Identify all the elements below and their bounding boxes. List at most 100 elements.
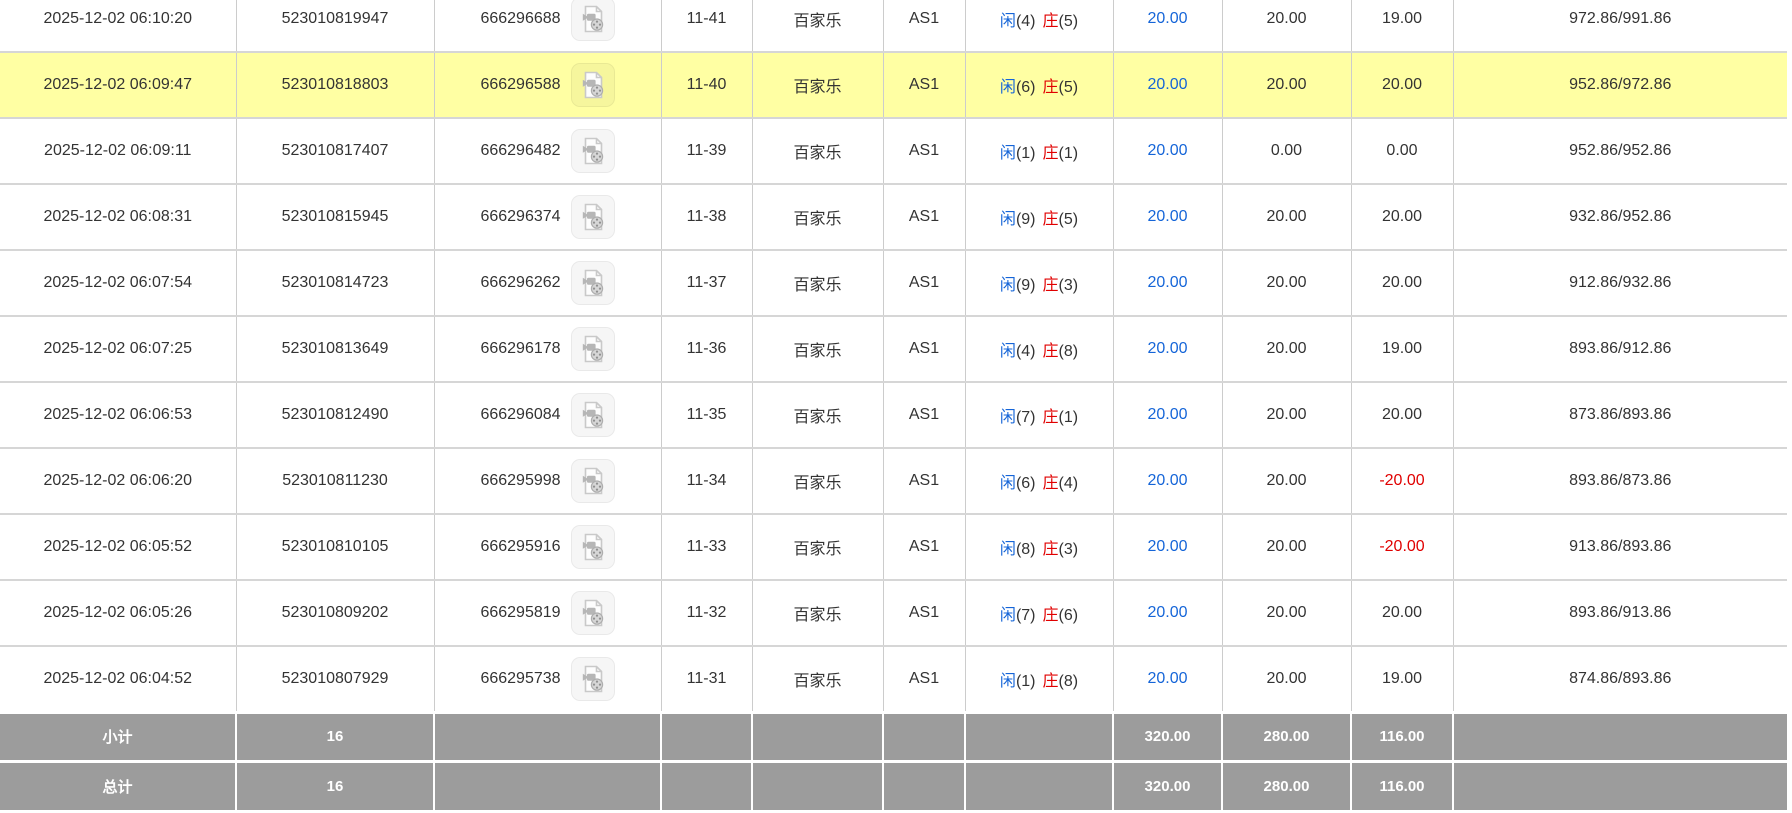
subtotal-empty-cell bbox=[965, 712, 1113, 761]
game-result: 闲(9)庄(5) bbox=[965, 184, 1113, 250]
bet-amount-cell: 20.00 bbox=[1113, 184, 1222, 250]
banker-result-label: 庄 bbox=[1043, 607, 1059, 624]
subtotal-valid-bet-total: 280.00 bbox=[1222, 712, 1351, 761]
bet-amount-link[interactable]: 20.00 bbox=[1147, 208, 1187, 225]
bet-time: 2025-12-02 06:07:25 bbox=[0, 316, 236, 382]
bet-amount-link[interactable]: 20.00 bbox=[1147, 340, 1187, 357]
player-result-label: 闲 bbox=[1000, 409, 1016, 426]
video-replay-button[interactable] bbox=[571, 129, 615, 173]
banker-result-label: 庄 bbox=[1043, 673, 1059, 690]
bet-amount-link[interactable]: 20.00 bbox=[1147, 538, 1187, 555]
video-replay-icon bbox=[578, 400, 608, 430]
banker-points: (8) bbox=[1059, 343, 1079, 360]
bet-time: 2025-12-02 06:07:54 bbox=[0, 250, 236, 316]
record-row[interactable]: 2025-12-02 06:06:53 523010812490 6662960… bbox=[0, 382, 1787, 448]
game-type: 百家乐 bbox=[752, 448, 883, 514]
game-type: 百家乐 bbox=[752, 52, 883, 118]
record-row[interactable]: 2025-12-02 06:07:25 523010813649 6662961… bbox=[0, 316, 1787, 382]
video-replay-button[interactable] bbox=[571, 327, 615, 371]
player-points: (9) bbox=[1016, 211, 1036, 228]
order-number: 523010817407 bbox=[236, 118, 434, 184]
bet-amount-link[interactable]: 20.00 bbox=[1147, 142, 1187, 159]
valid-bet: 20.00 bbox=[1222, 646, 1351, 712]
video-replay-icon bbox=[578, 598, 608, 628]
total-empty-cell bbox=[752, 761, 883, 810]
video-replay-button[interactable] bbox=[571, 0, 615, 41]
bet-amount-link[interactable]: 20.00 bbox=[1147, 76, 1187, 93]
game-type: 百家乐 bbox=[752, 118, 883, 184]
bet-amount-link[interactable]: 20.00 bbox=[1147, 670, 1187, 687]
order-number: 523010809202 bbox=[236, 580, 434, 646]
win-loss: 0.00 bbox=[1351, 118, 1453, 184]
game-result: 闲(9)庄(3) bbox=[965, 250, 1113, 316]
record-row[interactable]: 2025-12-02 06:06:20 523010811230 6662959… bbox=[0, 448, 1787, 514]
player-result-label: 闲 bbox=[1000, 13, 1016, 30]
player-points: (8) bbox=[1016, 541, 1036, 558]
bet-time: 2025-12-02 06:05:26 bbox=[0, 580, 236, 646]
total-empty-cell bbox=[1453, 761, 1787, 810]
record-row[interactable]: 2025-12-02 06:09:11 523010817407 6662964… bbox=[0, 118, 1787, 184]
win-loss: 19.00 bbox=[1351, 0, 1453, 52]
round-number: 666295819 bbox=[480, 604, 560, 622]
bet-amount-link[interactable]: 20.00 bbox=[1147, 472, 1187, 489]
banker-result-label: 庄 bbox=[1043, 343, 1059, 360]
bet-time: 2025-12-02 06:10:20 bbox=[0, 0, 236, 52]
game-type: 百家乐 bbox=[752, 580, 883, 646]
total-label: 总计 bbox=[0, 761, 236, 810]
video-replay-button[interactable] bbox=[571, 525, 615, 569]
win-loss: -20.00 bbox=[1351, 514, 1453, 580]
game-result: 闲(4)庄(8) bbox=[965, 316, 1113, 382]
balance: 912.86/932.86 bbox=[1453, 250, 1787, 316]
game-result: 闲(4)庄(5) bbox=[965, 0, 1113, 52]
bet-amount-link[interactable]: 20.00 bbox=[1147, 10, 1187, 27]
banker-result-label: 庄 bbox=[1043, 79, 1059, 96]
record-row[interactable]: 2025-12-02 06:08:31 523010815945 6662963… bbox=[0, 184, 1787, 250]
bet-amount-cell: 20.00 bbox=[1113, 646, 1222, 712]
round-number-cell: 666295916 bbox=[434, 514, 661, 580]
table-round-id: 11-39 bbox=[661, 118, 752, 184]
valid-bet: 20.00 bbox=[1222, 514, 1351, 580]
subtotal-empty-cell bbox=[883, 712, 965, 761]
record-row[interactable]: 2025-12-02 06:04:52 523010807929 6662957… bbox=[0, 646, 1787, 712]
player-points: (1) bbox=[1016, 673, 1036, 690]
order-number: 523010814723 bbox=[236, 250, 434, 316]
record-row[interactable]: 2025-12-02 06:07:54 523010814723 6662962… bbox=[0, 250, 1787, 316]
order-number: 523010812490 bbox=[236, 382, 434, 448]
balance: 952.86/972.86 bbox=[1453, 52, 1787, 118]
video-replay-button[interactable] bbox=[571, 591, 615, 635]
bet-amount-link[interactable]: 20.00 bbox=[1147, 406, 1187, 423]
total-bet-total: 320.00 bbox=[1113, 761, 1222, 810]
video-replay-button[interactable] bbox=[571, 261, 615, 305]
video-replay-button[interactable] bbox=[571, 459, 615, 503]
game-result: 闲(1)庄(8) bbox=[965, 646, 1113, 712]
bet-time: 2025-12-02 06:04:52 bbox=[0, 646, 236, 712]
banker-points: (5) bbox=[1059, 79, 1079, 96]
player-result-label: 闲 bbox=[1000, 541, 1016, 558]
record-row[interactable]: 2025-12-02 06:05:52 523010810105 6662959… bbox=[0, 514, 1787, 580]
valid-bet: 20.00 bbox=[1222, 52, 1351, 118]
game-result: 闲(8)庄(3) bbox=[965, 514, 1113, 580]
valid-bet: 20.00 bbox=[1222, 448, 1351, 514]
record-row[interactable]: 2025-12-02 06:10:20 523010819947 6662966… bbox=[0, 0, 1787, 52]
valid-bet: 20.00 bbox=[1222, 316, 1351, 382]
video-replay-button[interactable] bbox=[571, 63, 615, 107]
table-round-id: 11-38 bbox=[661, 184, 752, 250]
round-number-cell: 666296178 bbox=[434, 316, 661, 382]
bet-time: 2025-12-02 06:05:52 bbox=[0, 514, 236, 580]
banker-result-label: 庄 bbox=[1043, 13, 1059, 30]
order-number: 523010813649 bbox=[236, 316, 434, 382]
banker-points: (6) bbox=[1059, 607, 1079, 624]
game-type: 百家乐 bbox=[752, 514, 883, 580]
record-row[interactable]: 2025-12-02 06:09:47 523010818803 6662965… bbox=[0, 52, 1787, 118]
video-replay-button[interactable] bbox=[571, 393, 615, 437]
video-replay-button[interactable] bbox=[571, 195, 615, 239]
table-code: AS1 bbox=[883, 646, 965, 712]
record-row[interactable]: 2025-12-02 06:05:26 523010809202 6662958… bbox=[0, 580, 1787, 646]
banker-result-label: 庄 bbox=[1043, 541, 1059, 558]
banker-result-label: 庄 bbox=[1043, 277, 1059, 294]
bet-amount-cell: 20.00 bbox=[1113, 580, 1222, 646]
bet-amount-link[interactable]: 20.00 bbox=[1147, 274, 1187, 291]
video-replay-button[interactable] bbox=[571, 657, 615, 701]
table-code: AS1 bbox=[883, 514, 965, 580]
bet-amount-link[interactable]: 20.00 bbox=[1147, 604, 1187, 621]
